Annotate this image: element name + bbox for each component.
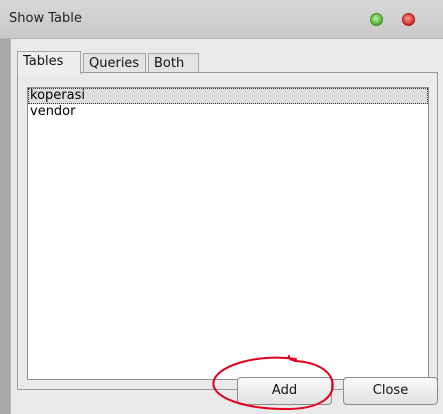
- tab-queries[interactable]: Queries: [83, 53, 146, 73]
- dialog-body: Tables Queries Both koperasi vendor Add …: [10, 39, 443, 414]
- title-bar[interactable]: Show Table: [0, 0, 443, 39]
- tab-tables[interactable]: Tables: [17, 51, 81, 74]
- table-list[interactable]: koperasi vendor: [27, 87, 429, 380]
- list-item-koperasi[interactable]: koperasi: [28, 88, 428, 104]
- close-button[interactable]: Close: [343, 377, 438, 405]
- window-title: Show Table: [9, 11, 82, 26]
- close-window-icon[interactable]: [402, 13, 415, 26]
- list-item-vendor[interactable]: vendor: [28, 104, 428, 120]
- tab-both[interactable]: Both: [148, 53, 199, 73]
- maximize-icon[interactable]: [370, 13, 383, 26]
- add-button[interactable]: Add: [237, 377, 332, 405]
- tab-panel: koperasi vendor: [17, 72, 438, 390]
